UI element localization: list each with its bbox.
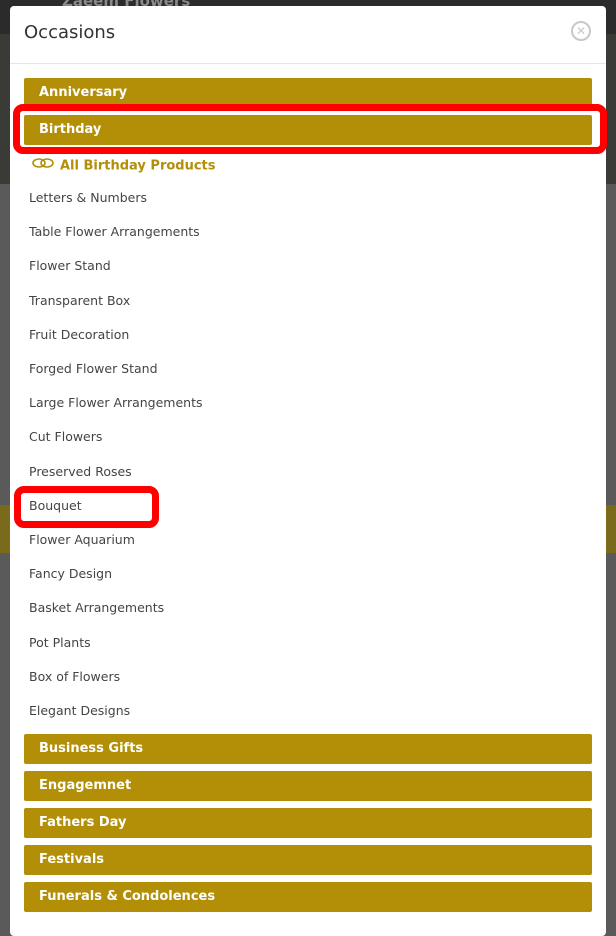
birthday-subitem-letters-numbers[interactable]: Letters & Numbers [29, 189, 147, 207]
birthday-subitem-basket-arrangements[interactable]: Basket Arrangements [29, 599, 164, 617]
birthday-subitem-fancy-design[interactable]: Fancy Design [29, 565, 112, 583]
modal-title: Occasions [24, 22, 116, 43]
modal-header: Occasions ✕ [10, 6, 606, 64]
all-birthday-products-link[interactable]: All Birthday Products [32, 156, 216, 176]
category-birthday[interactable]: Birthday [24, 115, 592, 145]
birthday-subitem-transparent-box[interactable]: Transparent Box [29, 292, 130, 310]
category-fathers-day[interactable]: Fathers Day [24, 808, 592, 838]
birthday-subitem-pot-plants[interactable]: Pot Plants [29, 634, 91, 652]
all-birthday-products-label: All Birthday Products [60, 158, 216, 174]
category-anniversary[interactable]: Anniversary [24, 78, 592, 108]
category-engagement[interactable]: Engagemnet [24, 771, 592, 801]
birthday-subitem-fruit-decoration[interactable]: Fruit Decoration [29, 326, 129, 344]
category-festivals[interactable]: Festivals [24, 845, 592, 875]
birthday-subitem-forged-flower-stand[interactable]: Forged Flower Stand [29, 360, 158, 378]
birthday-subitem-table-flower-arrangements[interactable]: Table Flower Arrangements [29, 223, 200, 241]
birthday-subitem-box-of-flowers[interactable]: Box of Flowers [29, 668, 120, 686]
link-icon [32, 156, 54, 176]
birthday-subitem-flower-stand[interactable]: Flower Stand [29, 257, 111, 275]
birthday-subitem-preserved-roses[interactable]: Preserved Roses [29, 463, 132, 481]
category-business-gifts[interactable]: Business Gifts [24, 734, 592, 764]
close-icon[interactable]: ✕ [571, 21, 591, 41]
birthday-subitem-bouquet[interactable]: Bouquet [29, 497, 82, 515]
category-funerals-condolences[interactable]: Funerals & Condolences [24, 882, 592, 912]
birthday-subitem-elegant-designs[interactable]: Elegant Designs [29, 702, 130, 720]
occasions-modal: Occasions ✕ Anniversary Birthday All Bir… [10, 6, 606, 936]
birthday-subitem-cut-flowers[interactable]: Cut Flowers [29, 428, 102, 446]
birthday-subitem-large-flower-arrangements[interactable]: Large Flower Arrangements [29, 394, 203, 412]
birthday-subitem-flower-aquarium[interactable]: Flower Aquarium [29, 531, 135, 549]
